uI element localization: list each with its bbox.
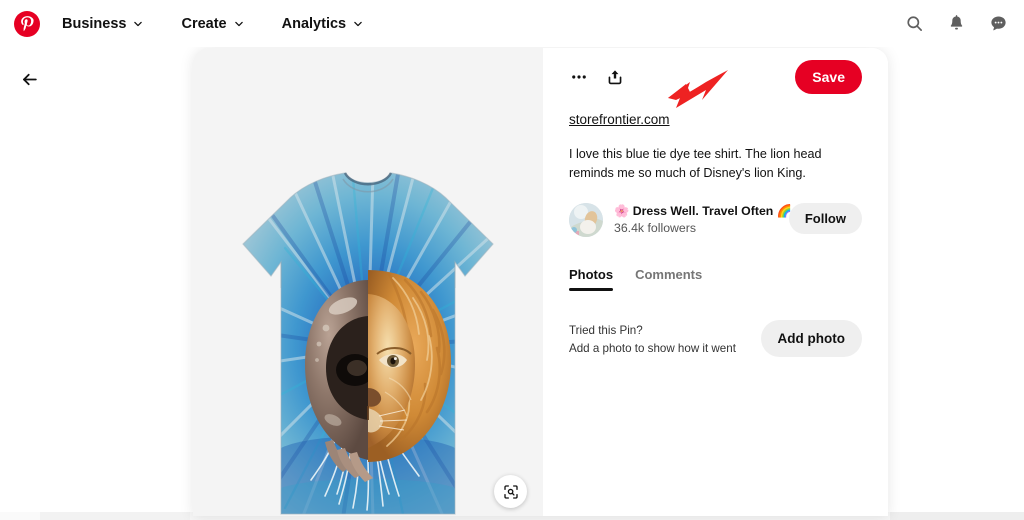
nav-item-business-label: Business	[62, 15, 127, 32]
nav-item-create[interactable]: Create	[169, 10, 255, 38]
tried-this-pin-title: Tried this Pin?	[569, 323, 643, 337]
pin-author-row: 🌸 Dress Well. Travel Often 🌈 36.4k follo…	[569, 201, 862, 239]
save-button[interactable]: Save	[795, 60, 862, 94]
tried-this-pin-subtitle: Add a photo to show how it went	[569, 341, 736, 355]
pin-tabs: Photos Comments	[569, 267, 862, 291]
chevron-down-icon	[134, 21, 143, 26]
search-icon[interactable]	[898, 8, 930, 40]
nav-item-create-label: Create	[181, 15, 227, 32]
tab-comments[interactable]: Comments	[635, 267, 702, 291]
pin-detail-card: Save storefrontier.com I love this blue …	[193, 48, 888, 516]
tried-this-pin-section: Tried this Pin? Add a photo to show how …	[569, 319, 862, 360]
pinterest-pin-page: Business Create Analytics Save storefron…	[0, 0, 1024, 520]
pin-image-panel[interactable]	[193, 48, 543, 516]
top-navigation-bar: Business Create Analytics	[0, 0, 1024, 47]
pin-description: I love this blue tie dye tee shirt. The …	[569, 147, 822, 180]
nav-item-analytics[interactable]: Analytics	[270, 10, 375, 38]
header-left-group: Business Create Analytics	[0, 10, 375, 38]
pin-author-name: 🌸 Dress Well. Travel Often 🌈	[614, 204, 793, 219]
avatar[interactable]	[569, 202, 603, 237]
chevron-down-icon	[354, 21, 362, 26]
messages-icon[interactable]	[982, 8, 1014, 40]
pin-detail-panel: Save storefrontier.com I love this blue …	[543, 48, 888, 516]
pin-author-info: 🌸 Dress Well. Travel Often 🌈 36.4k follo…	[614, 204, 792, 235]
pinterest-logo-icon[interactable]	[14, 10, 40, 37]
visual-search-icon[interactable]	[494, 475, 527, 508]
nav-item-analytics-label: Analytics	[281, 15, 347, 32]
tried-this-pin-text: Tried this Pin? Add a photo to show how …	[569, 322, 736, 358]
notifications-bell-icon[interactable]	[940, 8, 972, 40]
tab-photos[interactable]: Photos	[569, 267, 614, 291]
back-arrow-icon[interactable]	[14, 64, 44, 94]
pin-image	[193, 48, 543, 516]
nav-item-business[interactable]: Business	[50, 10, 155, 38]
share-icon[interactable]	[601, 63, 629, 91]
pin-author-followers: 36.4k followers	[614, 221, 697, 236]
source-link[interactable]: storefrontier.com	[569, 112, 670, 127]
add-photo-button[interactable]: Add photo	[760, 319, 862, 358]
more-options-icon[interactable]	[565, 63, 593, 91]
header-right-group	[898, 0, 1014, 47]
chevron-down-icon	[234, 21, 243, 26]
follow-button[interactable]: Follow	[788, 202, 862, 234]
pin-action-row: Save	[569, 60, 862, 94]
